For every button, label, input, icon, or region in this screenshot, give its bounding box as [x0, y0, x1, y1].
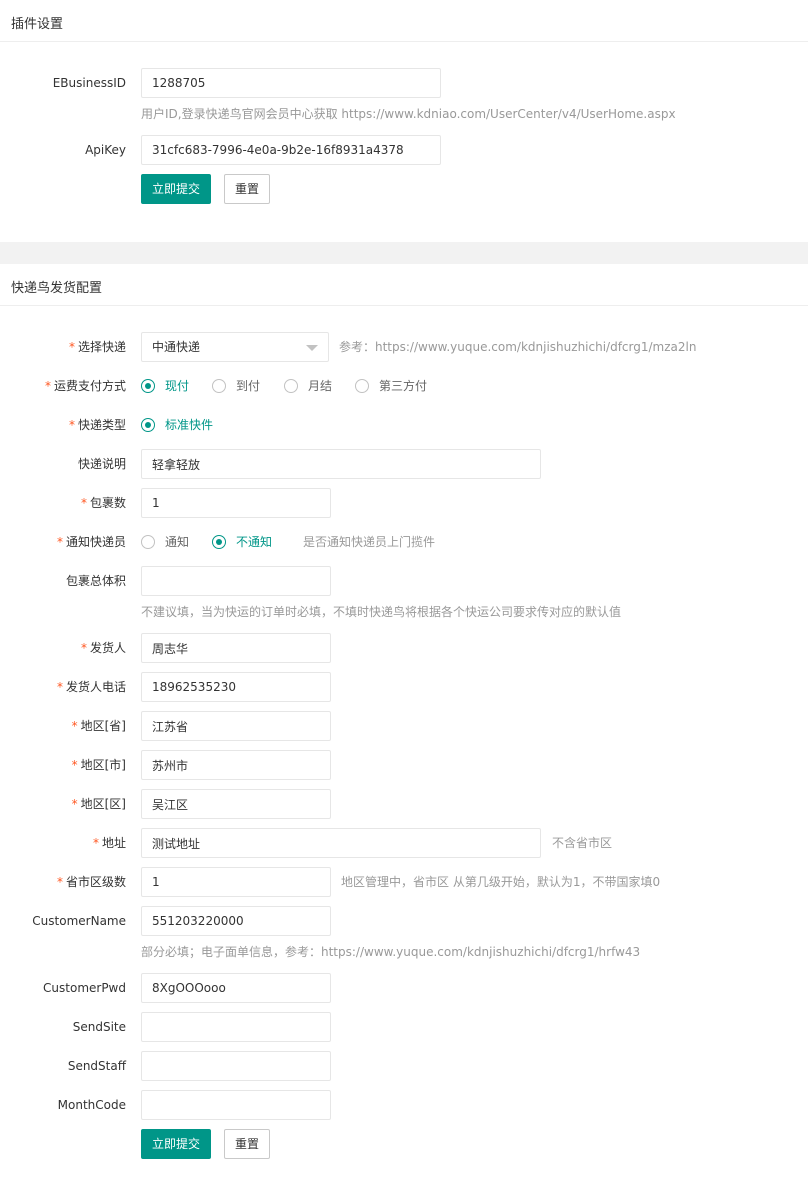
month-code-row: MonthCode [0, 1090, 808, 1120]
courier-row: * 选择快递 中通快递 参考：https://www.yuque.com/kdnj… [0, 332, 808, 362]
send-staff-row: SendStaff [0, 1051, 808, 1081]
payment-row: * 运费支付方式 现付 到付 月结 第三方付 [0, 371, 808, 401]
courier-select[interactable]: 中通快递 [141, 332, 329, 362]
customer-name-tip: 部分必填；电子面单信息，参考：https://www.yuque.com/kdn… [141, 945, 641, 959]
radio-checked-icon [141, 418, 155, 432]
desc-row: 快递说明 [0, 449, 808, 479]
month-code-input[interactable] [141, 1090, 331, 1120]
city-input[interactable] [141, 750, 331, 780]
payment-label: * 运费支付方式 [44, 379, 126, 393]
packages-label: * 包裹数 [80, 496, 126, 510]
desc-label: 快递说明 [77, 457, 126, 471]
customer-pwd-row: CustomerPwd [0, 973, 808, 1003]
province-label: * 地区[省] [71, 719, 126, 733]
ship-reset-button[interactable]: 重置 [224, 1129, 270, 1159]
district-input[interactable] [141, 789, 331, 819]
send-site-input[interactable] [141, 1012, 331, 1042]
sender-label: * 发货人 [80, 641, 126, 655]
level-tip: 地区管理中，省市区 从第几级开始，默认为1，不带国家填0 [341, 875, 661, 889]
district-label: * 地区[区] [71, 797, 126, 811]
level-label: * 省市区级数 [56, 875, 126, 889]
send-staff-input[interactable] [141, 1051, 331, 1081]
volume-label: 包裹总体积 [65, 574, 126, 588]
sender-input[interactable] [141, 633, 331, 663]
radio-checked-icon [212, 535, 226, 549]
notify-tip: 是否通知快递员上门揽件 [303, 535, 436, 549]
notify-row: * 通知快递员 通知 不通知 是否通知快递员上门揽件 [0, 527, 808, 557]
ship-config-panel: 快递鸟发货配置 * 选择快递 中通快递 参考：https://www.yuque.… [0, 264, 808, 1196]
phone-label: * 发货人电话 [56, 680, 126, 694]
month-code-label: MonthCode [57, 1098, 126, 1112]
plugin-submit-button[interactable]: 立即提交 [141, 174, 211, 204]
packages-input[interactable] [141, 488, 331, 518]
volume-row: 包裹总体积 [0, 566, 808, 596]
chevron-down-icon [306, 345, 318, 351]
address-label: * 地址 [92, 836, 126, 850]
address-input[interactable] [141, 828, 541, 858]
radio-unchecked-icon [284, 379, 298, 393]
apikey-input[interactable] [141, 135, 441, 165]
customer-name-row: CustomerName [0, 906, 808, 936]
address-row: *地址 不含省市区 [0, 828, 808, 858]
customer-name-label: CustomerName [32, 914, 126, 928]
notify-label: * 通知快递员 [56, 535, 126, 549]
required-mark: * [68, 340, 75, 354]
ship-config-title: 快递鸟发货配置 [11, 281, 103, 296]
level-input[interactable] [141, 867, 331, 897]
plugin-settings-panel: 插件设置 EBusinessID 用户ID,登录快递鸟官网会员中心获取 http… [0, 0, 808, 242]
radio-checked-icon [141, 379, 155, 393]
city-label: * 地区[市] [71, 758, 126, 772]
plugin-reset-button[interactable]: 重置 [224, 174, 270, 204]
type-row: * 快递类型 标准快件 [0, 410, 808, 440]
ebusiness-input[interactable] [141, 68, 441, 98]
address-tip: 不含省市区 [552, 836, 613, 850]
radio-unchecked-icon [355, 379, 369, 393]
ebusiness-tip: 用户ID,登录快递鸟官网会员中心获取 https://www.kdniao.co… [141, 107, 676, 121]
ship-buttons-row: 立即提交 重置 [0, 1129, 808, 1159]
volume-tip: 不建议填，当为快运的订单时必填，不填时快递鸟将根据各个快运公司要求传对应的默认值 [141, 605, 622, 619]
courier-label: * 选择快递 [68, 340, 126, 354]
radio-unchecked-icon [141, 535, 155, 549]
radio-unchecked-icon [212, 379, 226, 393]
plugin-settings-header: 插件设置 [0, 0, 808, 42]
packages-row: * 包裹数 [0, 488, 808, 518]
level-row: *省市区级数 地区管理中，省市区 从第几级开始，默认为1，不带国家填0 [0, 867, 808, 897]
panel-gap [0, 242, 808, 264]
city-row: * 地区[市] [0, 750, 808, 780]
ebusiness-row: EBusinessID [0, 68, 808, 98]
district-row: * 地区[区] [0, 789, 808, 819]
desc-input[interactable] [141, 449, 541, 479]
sender-row: * 发货人 [0, 633, 808, 663]
ship-config-header: 快递鸟发货配置 [0, 264, 808, 306]
send-site-row: SendSite [0, 1012, 808, 1042]
phone-row: * 发货人电话 [0, 672, 808, 702]
province-row: * 地区[省] [0, 711, 808, 741]
plugin-buttons-row: 立即提交 重置 [0, 174, 808, 204]
send-site-label: SendSite [72, 1020, 126, 1034]
customer-pwd-input[interactable] [141, 973, 331, 1003]
volume-input[interactable] [141, 566, 331, 596]
phone-input[interactable] [141, 672, 331, 702]
customer-name-input[interactable] [141, 906, 331, 936]
send-staff-label: SendStaff [67, 1059, 126, 1073]
ship-submit-button[interactable]: 立即提交 [141, 1129, 211, 1159]
type-label: * 快递类型 [68, 418, 126, 432]
province-input[interactable] [141, 711, 331, 741]
apikey-row: ApiKey [0, 135, 808, 165]
customer-pwd-label: CustomerPwd [43, 981, 126, 995]
courier-ref: 参考：https://www.yuque.com/kdnjishuzhichi/… [339, 340, 697, 354]
apikey-label: ApiKey [85, 143, 126, 157]
plugin-settings-title: 插件设置 [11, 17, 64, 32]
ebusiness-label: EBusinessID [52, 76, 126, 90]
courier-select-value: 中通快递 [152, 340, 201, 354]
